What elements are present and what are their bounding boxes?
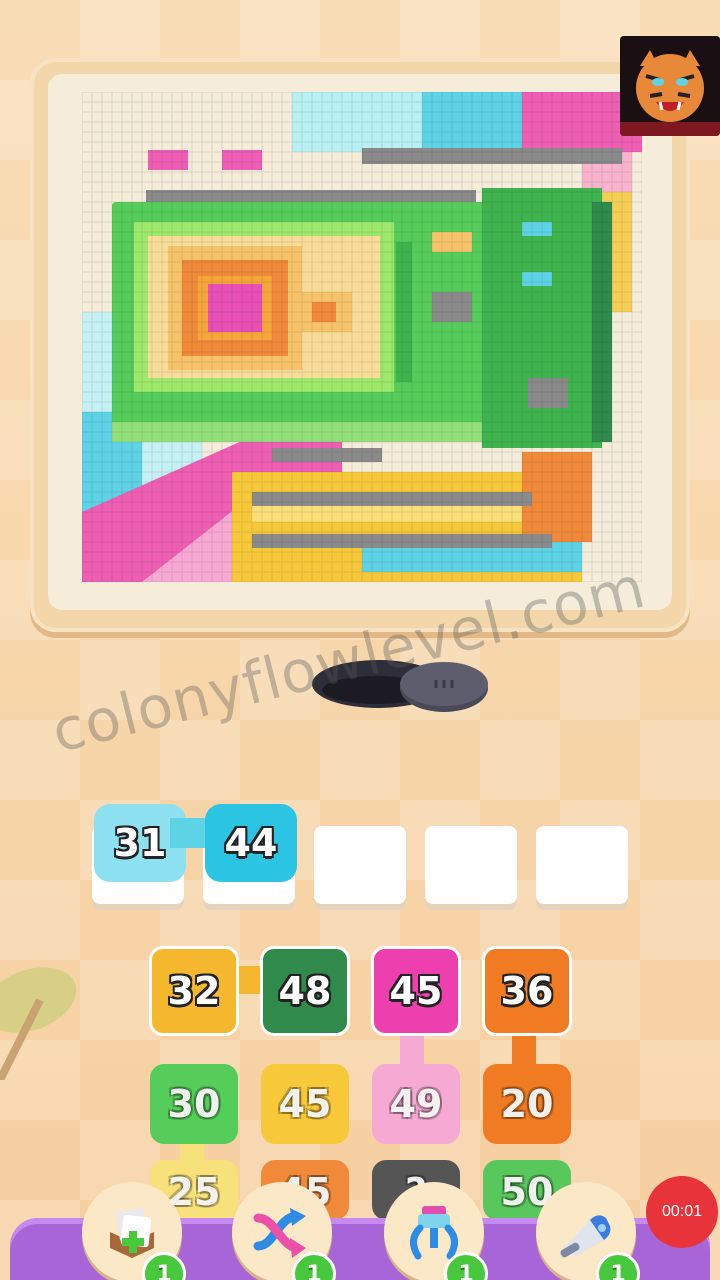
booster-add-tile[interactable]: 1 (82, 1182, 186, 1280)
slot-tile-2[interactable]: 44 (205, 804, 297, 882)
tiger-icon (620, 36, 720, 136)
grid-tile-r1c3[interactable]: 45 (371, 946, 461, 1036)
leaf-decoration (0, 967, 77, 1080)
grid-tile-r1c2[interactable]: 48 (260, 946, 350, 1036)
add-tile-icon (110, 1208, 154, 1258)
slot-5 (536, 826, 628, 904)
booster-shuffle[interactable]: 1 (232, 1182, 336, 1280)
grid-tile-r2c2: 45 (261, 1064, 349, 1144)
grid-tile-r1c4[interactable]: 36 (482, 946, 572, 1036)
booster-claw[interactable]: 1 (384, 1182, 488, 1280)
slot-3 (314, 826, 406, 904)
grid-tile-r2c1: 30 (150, 1064, 238, 1144)
pixel-art-camera (82, 92, 642, 582)
slot-4 (425, 826, 517, 904)
grid-tile-r1c1[interactable]: 32 (149, 946, 239, 1036)
booster-vacuum[interactable]: 1 (536, 1182, 640, 1280)
tiger-badge (620, 36, 720, 136)
grid-tile-r2c3: 49 (372, 1064, 460, 1144)
recording-timer: 00:01 (646, 1176, 718, 1248)
grid-tile-r2c4: 20 (483, 1064, 571, 1144)
